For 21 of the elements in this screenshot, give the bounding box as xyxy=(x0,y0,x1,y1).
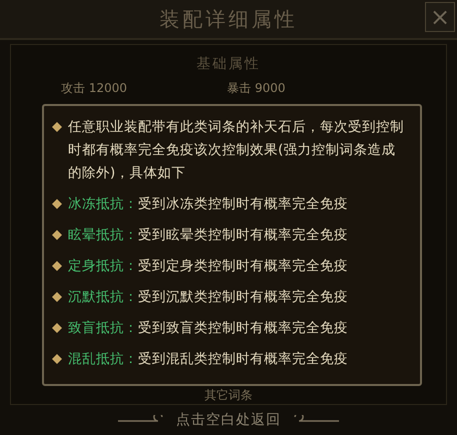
diamond-bullet-icon xyxy=(52,230,62,240)
stat-text: 攻击 12000 xyxy=(61,81,127,95)
section-title: 其它词条 xyxy=(204,388,252,402)
diamond-bullet-icon xyxy=(52,261,62,271)
close-button[interactable]: × xyxy=(425,2,455,32)
diamond-bullet-icon xyxy=(52,199,62,209)
resistance-text: 冰冻抵抗：受到冰冻类控制时有概率完全免疫 xyxy=(68,195,348,214)
stat-text: 暴击 9000 xyxy=(227,81,286,95)
resistance-text: 混乱抵抗：受到混乱类控制时有概率完全免疫 xyxy=(68,350,348,369)
diamond-bullet-icon xyxy=(52,323,62,333)
diamond-bullet-icon xyxy=(52,354,62,364)
window-title: 装配详细属性 xyxy=(160,6,298,32)
description-text: 任意职业装配带有此类词条的补天石后，每次受到控制时都有概率完全免疫该次控制效果(强力控制词条造成的除外)，具体如下 xyxy=(68,118,404,183)
resistance-text: 定身抵抗：受到定身类控制时有概率完全免疫 xyxy=(68,257,348,276)
resistance-text: 眩晕抵抗：受到眩晕类控制时有概率完全免疫 xyxy=(68,226,348,245)
return-hint[interactable]: 点击空白处返回 xyxy=(176,411,281,429)
diamond-bullet-icon xyxy=(52,292,62,302)
diamond-bullet-icon xyxy=(52,122,62,132)
resistance-text: 致盲抵抗：受到致盲类控制时有概率完全免疫 xyxy=(68,319,348,338)
section-title: 基础属性 xyxy=(196,55,260,73)
resistance-text: 沉默抵抗：受到沉默类控制时有概率完全免疫 xyxy=(68,288,348,307)
